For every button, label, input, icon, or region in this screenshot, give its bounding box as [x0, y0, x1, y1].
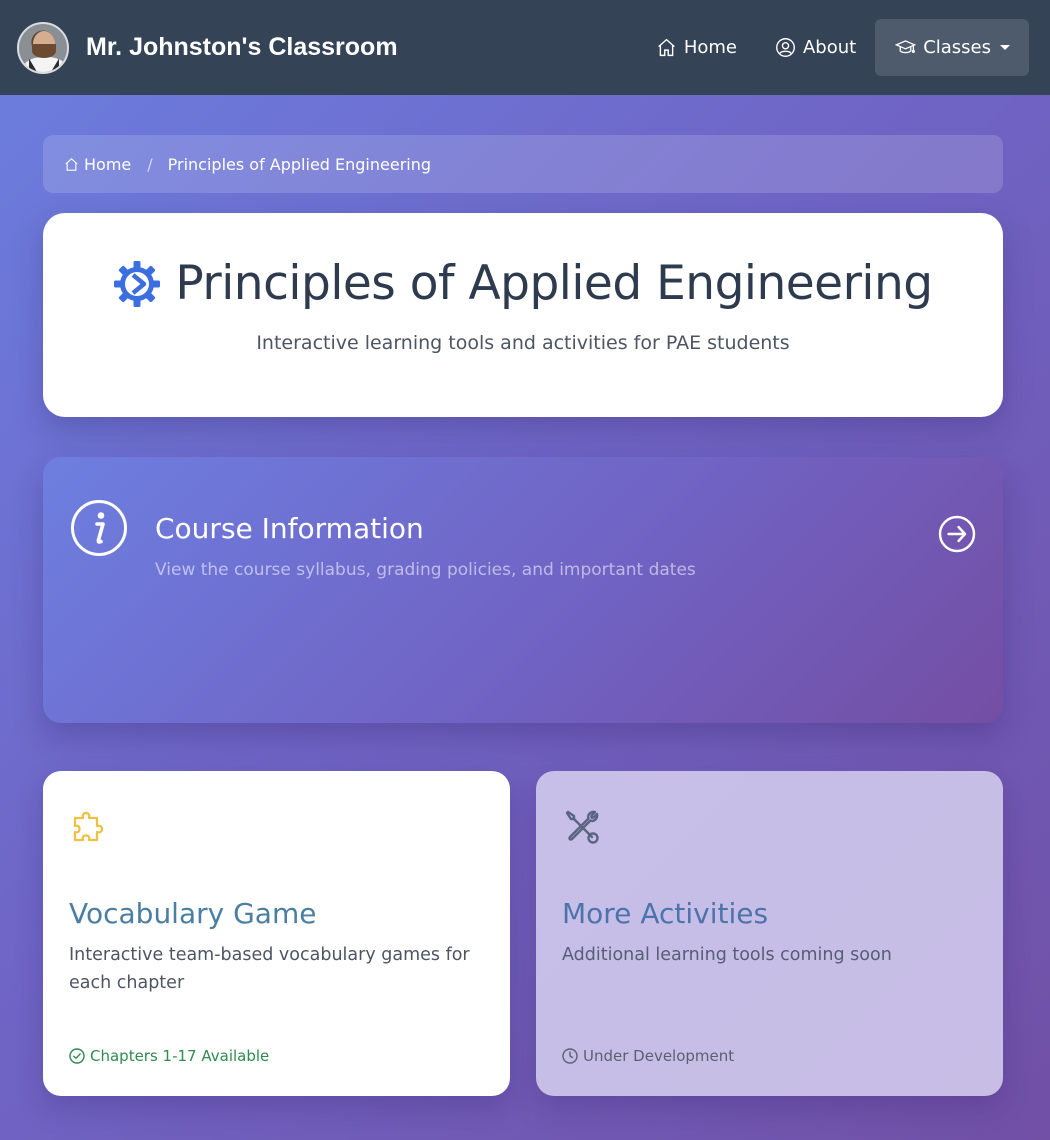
caret-down-icon	[1000, 45, 1010, 50]
breadcrumb-separator: /	[147, 154, 153, 174]
home-icon	[65, 157, 78, 171]
user-circle-icon	[776, 38, 795, 57]
more-activities-card: More Activities Additional learning tool…	[536, 771, 1003, 1096]
site-brand[interactable]: Mr. Johnston's Classroom	[86, 33, 637, 62]
course-information-card[interactable]: Course Information View the course sylla…	[43, 457, 1003, 723]
vocabulary-game-description: Interactive team-based vocabulary games …	[69, 945, 470, 993]
nav-home-label: Home	[683, 37, 737, 58]
page-title: Principles of Applied Engineering	[43, 256, 1003, 311]
vocabulary-game-title: Vocabulary Game	[69, 897, 317, 930]
puzzle-icon	[73, 811, 104, 842]
vocabulary-game-status: Chapters 1-17 Available	[90, 1047, 270, 1065]
status-badge: Under Development	[562, 1047, 734, 1065]
arrow-right-circle-icon[interactable]	[938, 515, 976, 553]
page-header-card: Principles of Applied Engineering Intera…	[43, 213, 1003, 417]
nav-about-label: About	[802, 37, 857, 58]
more-activities-description: Additional learning tools coming soon	[562, 945, 892, 965]
course-information-description: View the course syllabus, grading polici…	[155, 560, 696, 580]
tools-icon	[565, 810, 599, 844]
mortarboard-icon	[895, 40, 917, 54]
info-icon	[71, 500, 127, 556]
vocabulary-game-card[interactable]: Vocabulary Game Interactive team-based v…	[43, 771, 510, 1096]
clock-icon	[562, 1048, 578, 1064]
breadcrumb-home[interactable]: Home	[64, 155, 131, 174]
avatar[interactable]	[17, 21, 69, 74]
nav-links: Home About Classes	[637, 0, 1029, 95]
nav-classes-dropdown[interactable]: Classes	[875, 19, 1029, 76]
page-subtitle: Interactive learning tools and activitie…	[256, 332, 790, 354]
home-icon	[657, 38, 675, 57]
breadcrumb: Home / Principles of Applied Engineering	[43, 135, 1003, 193]
page-title-text: Principles of Applied Engineering	[175, 256, 933, 311]
nav-home-link[interactable]: Home	[637, 19, 756, 76]
breadcrumb-home-label: Home	[84, 154, 132, 174]
top-navbar: Mr. Johnston's Classroom Home About Clas…	[0, 0, 1050, 95]
more-activities-title: More Activities	[562, 897, 769, 930]
check-circle-icon	[69, 1048, 85, 1064]
breadcrumb-current: Principles of Applied Engineering	[167, 154, 432, 174]
nav-about-link[interactable]: About	[756, 19, 875, 76]
course-information-title: Course Information	[155, 512, 424, 545]
more-activities-status: Under Development	[583, 1047, 735, 1065]
nav-classes-label: Classes	[923, 37, 991, 58]
gear-icon	[114, 260, 161, 307]
status-badge: Chapters 1-17 Available	[69, 1047, 269, 1065]
